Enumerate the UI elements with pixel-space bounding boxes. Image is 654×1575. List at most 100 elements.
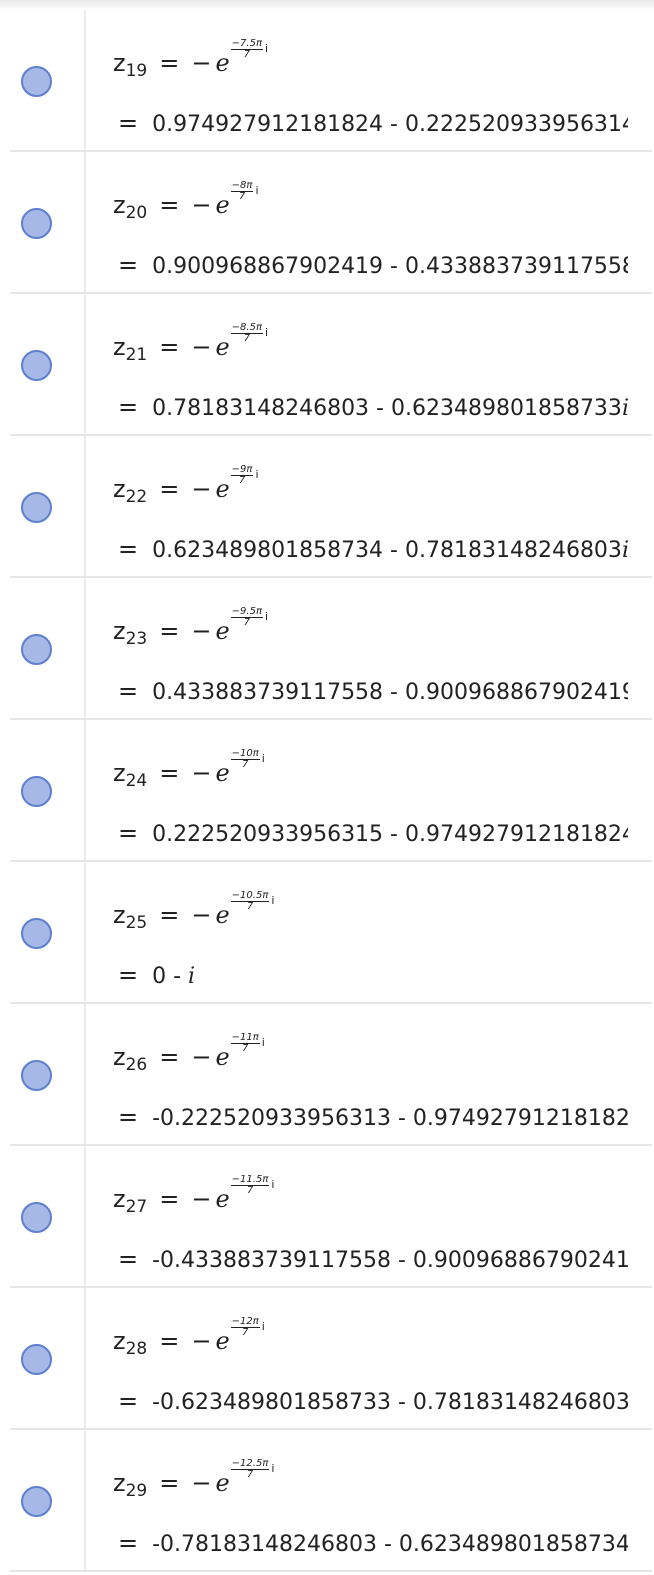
minus-sign: − [191,333,212,361]
algebra-row[interactable]: z24 = − e −10π 7 i = 0.222520933956315 - 0.9749… [10,720,652,862]
visibility-cell [10,436,86,576]
definition-line[interactable]: z20 = − e −8π 7 i [113,180,259,223]
minus-sign: − [191,1043,212,1071]
algebra-row[interactable]: z23 = − e −9.5π 7 i = 0.433883739117558 - 0.900… [10,578,652,720]
visibility-toggle-icon[interactable] [21,66,52,97]
definition-line[interactable]: z24 = − e −10π 7 i [113,748,265,791]
row-content[interactable]: z19 = − e −7.5π 7 i = 0.974927912181824 - 0.222… [113,10,652,150]
object-name-subscript: 25 [125,913,148,933]
euler-e: e [215,1043,230,1071]
row-content[interactable]: z29 = − e −12.5π 7 i = -0.78183148246803 - 0.62… [113,1430,652,1570]
exponent: −10π 7 i [230,744,265,775]
definition-line[interactable]: z25 = − e −10.5π 7 i [113,890,274,933]
euler-e: e [215,1469,230,1497]
object-name: z [113,1469,126,1497]
object-name: z [113,1185,126,1213]
exponent: −7.5π 7 i [230,34,268,65]
definition-line[interactable]: z28 = − e −12π 7 i [113,1316,265,1359]
visibility-toggle-icon[interactable] [21,634,52,665]
value-imaginary-unit: i [622,538,628,563]
row-content[interactable]: z20 = − e −8π 7 i = 0.900968867902419 - 0.43388… [113,152,652,292]
row-content[interactable]: z24 = − e −10π 7 i = 0.222520933956315 - 0.9749… [113,720,652,860]
definition-line[interactable]: z27 = − e −11.5π 7 i [113,1174,274,1217]
minus-sign: − [191,191,212,219]
exponent-fraction: −11.5π 7 [230,1174,270,1196]
value-equals-sign: = [118,536,139,563]
algebra-row[interactable]: z28 = − e −12π 7 i = -0.623489801858733 - 0.781… [10,1288,652,1430]
imaginary-unit: i [271,1178,275,1191]
euler-e: e [215,333,230,361]
visibility-toggle-icon[interactable] [21,1486,52,1517]
object-name: z [113,1327,126,1355]
row-content[interactable]: z23 = − e −9.5π 7 i = 0.433883739117558 - 0.900… [113,578,652,718]
definition-line[interactable]: z21 = − e −8.5π 7 i [113,322,268,365]
object-name: z [113,617,126,645]
complex-value: -0.78183148246803 - 0.623489801858734 [152,1532,628,1557]
value-line: =-0.222520933956313 - 0.974927912181824i [118,1104,628,1132]
exponent: −10.5π 7 i [230,886,274,917]
definition-line[interactable]: z22 = − e −9π 7 i [113,464,259,507]
exponent-fraction: −12.5π 7 [230,1458,270,1480]
value-line: =0.900968867902419 - 0.433883739117558i [118,252,628,280]
fraction-numerator: −7.5π [230,37,263,50]
value-line: = 0 - i [118,962,195,990]
algebra-row[interactable]: z19 = − e −7.5π 7 i = 0.974927912181824 - 0.222… [10,10,652,152]
exponent-fraction: −10.5π 7 [230,890,270,912]
visibility-cell [10,862,86,1002]
visibility-toggle-icon[interactable] [21,350,52,381]
object-name: z [113,901,126,929]
fraction-denominator: 7 [243,332,251,344]
visibility-toggle-icon[interactable] [21,1060,52,1091]
minus-sign: − [191,617,212,645]
row-content[interactable]: z22 = − e −9π 7 i = 0.623489801858734 - 0.78183… [113,436,652,576]
algebra-row[interactable]: z29 = − e −12.5π 7 i = -0.78183148246803 - 0.62… [10,1430,652,1572]
top-edge-shadow [0,0,654,10]
exponent: −12.5π 7 i [230,1454,274,1485]
row-content[interactable]: z28 = − e −12π 7 i = -0.623489801858733 - 0.781… [113,1288,652,1428]
equals-sign: = [159,901,180,929]
row-content[interactable]: z26 = − e −11π 7 i = -0.222520933956313 - 0.974… [113,1004,652,1144]
euler-e: e [215,191,230,219]
complex-value: 0.974927912181824 - 0.222520933956314 [152,112,628,137]
complex-value: 0.433883739117558 - 0.900968867902419 [152,680,628,705]
object-name: z [113,1043,126,1071]
visibility-toggle-icon[interactable] [21,492,52,523]
equals-sign: = [159,1469,180,1497]
object-name: z [113,475,126,503]
fraction-numerator: −10π [230,747,260,760]
exponent-fraction: −10π 7 [230,747,260,770]
object-name-subscript: 29 [125,1481,148,1501]
algebra-row[interactable]: z22 = − e −9π 7 i = 0.623489801858734 - 0.78183… [10,436,652,578]
algebra-row[interactable]: z26 = − e −11π 7 i = -0.222520933956313 - 0.974… [10,1004,652,1146]
definition-line[interactable]: z23 = − e −9.5π 7 i [113,606,268,649]
algebra-row[interactable]: z21 = − e −8.5π 7 i = 0.78183148246803 - 0.6234… [10,294,652,436]
row-content[interactable]: z25 = − e −10.5π 7 i = 0 - i [113,862,652,1002]
value-equals-sign: = [118,394,139,421]
algebra-row[interactable]: z25 = − e −10.5π 7 i = 0 - i [10,862,652,1004]
complex-value: -0.433883739117558 - 0.900968867902419 [152,1248,628,1273]
algebra-row[interactable]: z27 = − e −11.5π 7 i = -0.433883739117558 - 0.9… [10,1146,652,1288]
row-content[interactable]: z21 = − e −8.5π 7 i = 0.78183148246803 - 0.6234… [113,294,652,434]
object-name: z [113,191,126,219]
value-imaginary-unit: i [622,396,628,421]
fraction-denominator: 7 [246,900,254,912]
fraction-numerator: −8π [230,179,254,192]
row-content[interactable]: z27 = − e −11.5π 7 i = -0.433883739117558 - 0.9… [113,1146,652,1286]
complex-value: -0.222520933956313 - 0.974927912181824 [152,1106,628,1131]
exponent-fraction: −9π 7 [230,464,254,486]
definition-line[interactable]: z29 = − e −12.5π 7 i [113,1458,274,1501]
object-name-subscript: 26 [125,1055,148,1075]
equals-sign: = [159,475,180,503]
visibility-toggle-icon[interactable] [21,918,52,949]
algebra-row[interactable]: z20 = − e −8π 7 i = 0.900968867902419 - 0.43388… [10,152,652,294]
visibility-toggle-icon[interactable] [21,1202,52,1233]
definition-line[interactable]: z19 = − e −7.5π 7 i [113,38,268,81]
complex-value: 0.222520933956315 - 0.974927912181824 [152,822,628,847]
visibility-toggle-icon[interactable] [21,776,52,807]
visibility-toggle-icon[interactable] [21,1344,52,1375]
complex-value: 0.900968867902419 - 0.433883739117558 [152,254,628,279]
visibility-toggle-icon[interactable] [21,208,52,239]
definition-line[interactable]: z26 = − e −11π 7 i [113,1032,265,1075]
visibility-cell [10,1004,86,1144]
value-equals-sign: = [118,820,139,847]
